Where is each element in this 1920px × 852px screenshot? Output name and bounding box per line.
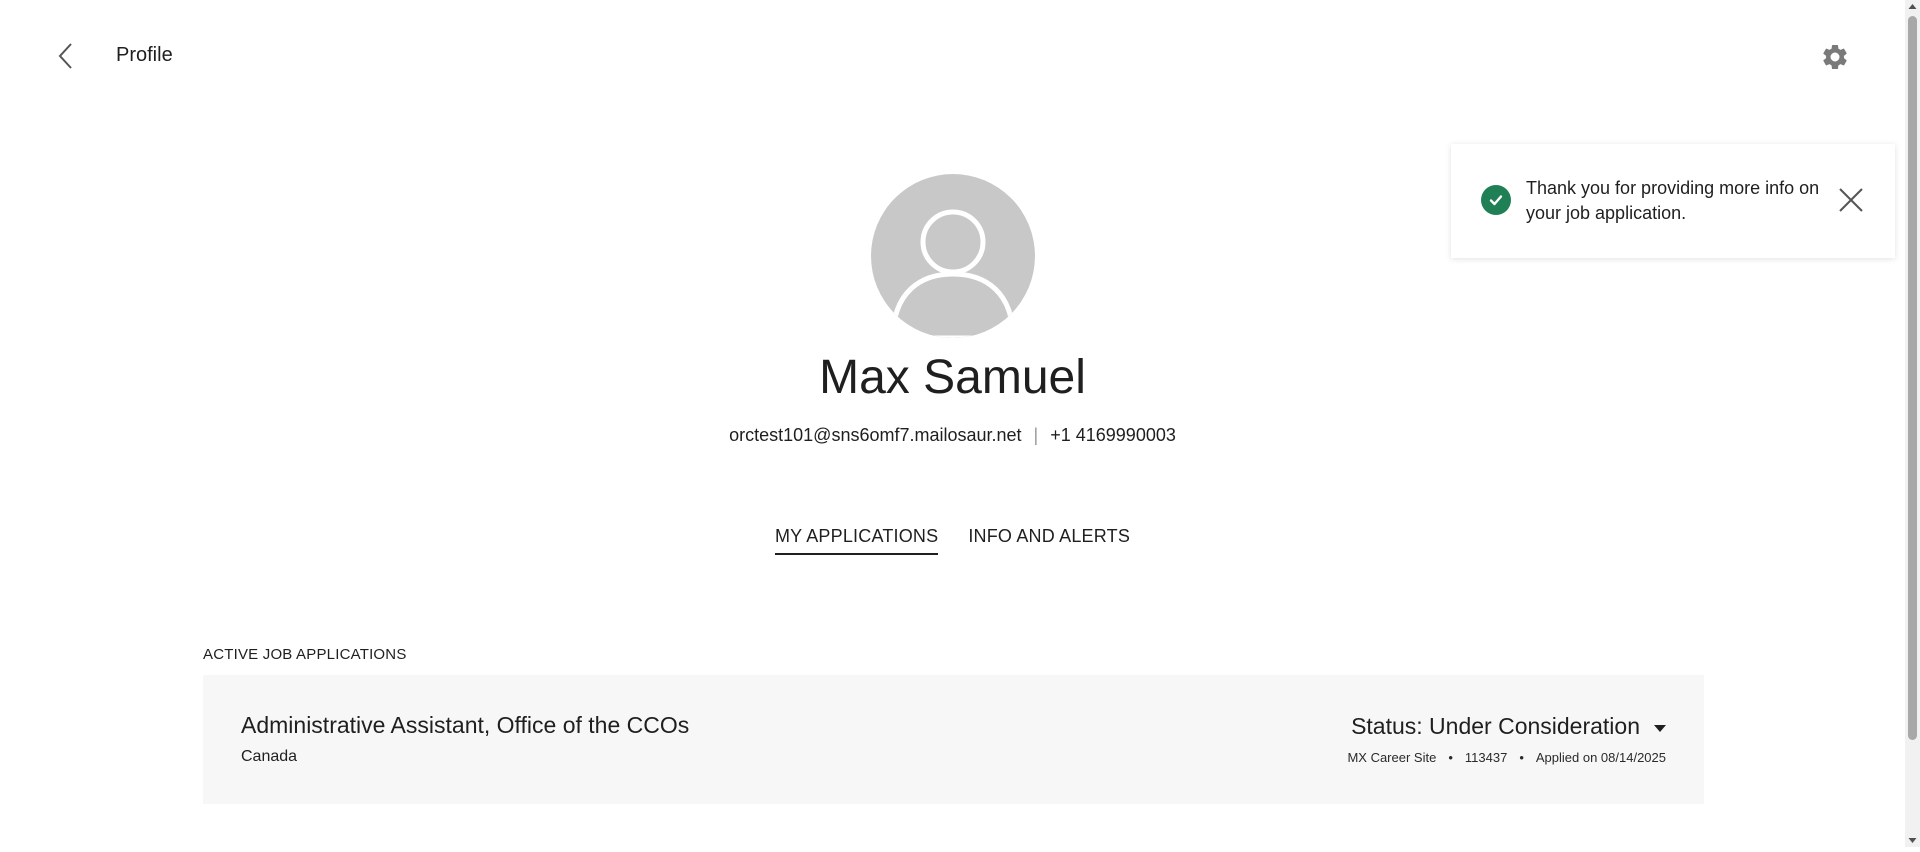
success-toast: Thank you for providing more info on you… [1451, 144, 1895, 258]
profile-name: Max Samuel [819, 351, 1086, 404]
avatar [871, 174, 1035, 338]
scrollbar-thumb[interactable] [1908, 16, 1917, 740]
scroll-up-arrow-icon[interactable] [1905, 0, 1920, 14]
job-location: Canada [241, 748, 298, 765]
settings-button[interactable] [1820, 42, 1850, 72]
contact-separator: | [1033, 425, 1039, 445]
gear-icon [1823, 44, 1847, 69]
status-text: Status: Under Consideration [1351, 713, 1640, 739]
vertical-scrollbar[interactable] [1905, 0, 1920, 847]
application-meta: MX Career Site • 113437 • Applied on 08/… [1347, 750, 1666, 765]
application-card[interactable]: Administrative Assistant, Office of the … [203, 675, 1704, 804]
email-text: orctest101@sns6omf7.mailosaur.net [729, 425, 1022, 445]
meta-bullet: • [1448, 750, 1453, 765]
check-circle-icon [1481, 185, 1511, 215]
page-title: Profile [116, 44, 173, 66]
phone-text: +1 4169990003 [1050, 425, 1176, 445]
career-site: MX Career Site [1347, 750, 1437, 765]
close-icon [1839, 188, 1863, 212]
profile-tabs: MY APPLICATIONS INFO AND ALERTS [0, 526, 1905, 555]
toast-message: Thank you for providing more info on you… [1526, 178, 1820, 223]
tab-info-and-alerts[interactable]: INFO AND ALERTS [968, 526, 1130, 555]
job-title: Administrative Assistant, Office of the … [241, 712, 690, 738]
requisition-id: 113437 [1464, 750, 1508, 765]
meta-bullet: • [1519, 750, 1524, 765]
scroll-down-arrow-icon[interactable] [1905, 833, 1920, 847]
section-heading-active-applications: ACTIVE JOB APPLICATIONS [203, 646, 407, 663]
back-button[interactable] [52, 38, 80, 74]
applied-date: Applied on 08/14/2025 [1535, 750, 1666, 765]
status-dropdown[interactable]: Status: Under Consideration [1351, 713, 1666, 740]
caret-down-icon [1654, 724, 1666, 732]
contact-info: orctest101@sns6omf7.mailosaur.net | +1 416… [0, 425, 1905, 446]
tab-my-applications[interactable]: MY APPLICATIONS [774, 526, 939, 555]
chevron-left-icon [58, 43, 72, 69]
person-avatar-icon [890, 209, 1016, 338]
toast-close-button[interactable] [1835, 184, 1867, 216]
top-bar: Profile [0, 0, 1905, 112]
